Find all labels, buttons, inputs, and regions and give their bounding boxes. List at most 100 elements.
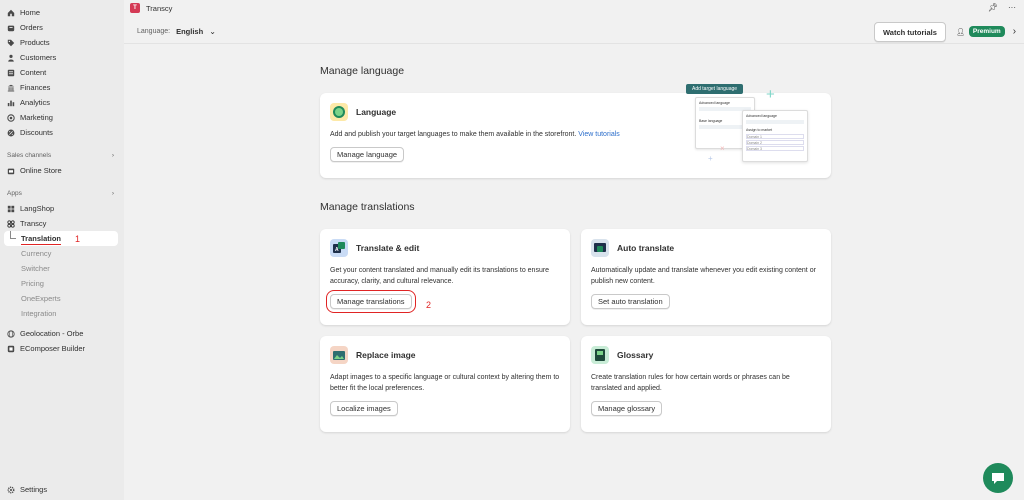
pin-icon[interactable]: 📌︎: [988, 3, 998, 12]
sidebar-item-label: Products: [20, 38, 50, 47]
auto-translate-title: Auto translate: [591, 239, 821, 257]
plus-decoration-icon: +: [766, 86, 775, 103]
orders-icon: [7, 24, 15, 32]
app-title: Transcy: [146, 3, 173, 13]
sidebar-item-label: Integration: [21, 309, 57, 318]
sidebar-item-label: Settings: [20, 485, 48, 494]
localize-images-button[interactable]: Localize images: [330, 401, 398, 416]
card-title-text: Auto translate: [617, 243, 675, 253]
sidebar-item-langshop[interactable]: LangShop: [0, 201, 124, 216]
sidebar-subitem-switcher[interactable]: Switcher: [0, 261, 124, 276]
card-title-text: Replace image: [356, 350, 416, 360]
sidebar-item-finances[interactable]: Finances: [0, 80, 124, 95]
glossary-title: Glossary: [591, 346, 821, 364]
chevron-right-icon: ›: [111, 152, 114, 159]
sidebar-item-label: Orders: [20, 23, 43, 32]
sidebar-subitem-currency[interactable]: Currency: [0, 246, 124, 261]
sidebar-item-label: Discounts: [20, 128, 53, 137]
description-text: Add and publish your target languages to…: [330, 131, 577, 138]
translate-edit-title: A Translate & edit: [330, 239, 560, 257]
transcy-app-icon: [7, 219, 15, 228]
sidebar-item-label: Content: [20, 68, 47, 77]
sidebar-item-label: Translation: [21, 234, 62, 243]
discount-icon: [7, 129, 15, 137]
sidebar-item-label: Pricing: [21, 279, 44, 288]
account-menu[interactable]: 👤︎ Premium ›: [956, 26, 1016, 37]
sidebar-item-customers[interactable]: Customers: [0, 50, 124, 65]
tag-icon: [7, 39, 15, 47]
sidebar-item-label: Transcy: [20, 219, 47, 228]
manage-translations-button[interactable]: Manage translations: [326, 290, 416, 313]
sidebar-item-products[interactable]: Products: [0, 35, 124, 50]
sidebar-item-transcy[interactable]: Transcy: [0, 216, 124, 231]
illustration-domain-row: Domain 1: [746, 134, 804, 139]
sidebar-item-label: OneExperts: [21, 294, 61, 303]
sidebar-subitem-pricing[interactable]: Pricing: [0, 276, 124, 291]
sidebar-item-label: Online Store: [20, 166, 62, 175]
illustration-add-target-label: Add target language: [686, 84, 744, 94]
illustration-domain-row: Domain 2: [746, 140, 804, 145]
translate-edit-description: Get your content translated and manually…: [330, 267, 550, 285]
chat-icon: [992, 473, 1004, 484]
sidebar-item-analytics[interactable]: Analytics: [0, 95, 124, 110]
sidebar-item-settings[interactable]: Settings: [0, 482, 47, 497]
glossary-description: Create translation rules for how certain…: [591, 374, 790, 392]
manage-language-heading: Manage language: [320, 65, 405, 77]
person-icon: [7, 54, 15, 62]
app-grid-icon: [7, 205, 15, 213]
tree-connector: [10, 231, 16, 239]
apps-header[interactable]: Apps ›: [0, 186, 124, 201]
bank-icon: [7, 84, 15, 92]
sidebar-item-label: EComposer Builder: [20, 344, 86, 353]
sidebar-subitem-integration[interactable]: Integration: [0, 306, 124, 321]
set-auto-translation-button[interactable]: Set auto translation: [591, 294, 670, 309]
illustration-panel-right: Advanced language Assign to market Domai…: [742, 110, 808, 162]
card-title-text: Translate & edit: [356, 243, 420, 253]
user-icon: 👤︎: [956, 28, 965, 36]
sidebar-item-label: Geolocation - Orbe: [20, 329, 84, 338]
replace-image-description: Adapt images to a specific language or c…: [330, 374, 560, 392]
sidebar: Home Orders Products Customers Content F…: [0, 0, 124, 500]
annotation-underline: [21, 244, 61, 245]
chat-bubble-icon: [330, 103, 348, 121]
sidebar-item-label: Currency: [21, 249, 52, 258]
sidebar-subitem-oneexperts[interactable]: OneExperts: [0, 291, 124, 306]
auto-translate-icon: [591, 239, 609, 257]
glossary-card: Glossary Create translation rules for ho…: [581, 336, 831, 432]
more-options-icon[interactable]: ···: [1008, 3, 1016, 12]
language-selector[interactable]: English: [176, 27, 203, 36]
manage-glossary-button[interactable]: Manage glossary: [591, 401, 663, 416]
globe-icon: [7, 329, 15, 338]
sidebar-item-orders[interactable]: Orders: [0, 20, 124, 35]
sidebar-item-home[interactable]: Home: [0, 5, 124, 20]
sidebar-item-label: Home: [20, 8, 41, 17]
chat-support-button[interactable]: [983, 463, 1013, 493]
builder-icon: [7, 345, 15, 353]
annotation-number-1: 1: [75, 234, 81, 244]
sidebar-item-marketing[interactable]: Marketing: [0, 110, 124, 125]
sidebar-item-content[interactable]: Content: [0, 65, 124, 80]
sidebar-subitem-translation[interactable]: Translation: [4, 231, 118, 246]
illustration-label: Advanced language: [699, 101, 730, 105]
watch-tutorials-button[interactable]: Watch tutorials: [874, 22, 946, 42]
premium-badge: Premium: [968, 26, 1005, 37]
book-icon: [591, 346, 609, 364]
target-icon: [7, 113, 15, 122]
sidebar-item-label: Customers: [20, 53, 57, 62]
sidebar-item-ecomposer[interactable]: EComposer Builder: [0, 341, 124, 356]
sales-channels-header[interactable]: Sales channels ›: [0, 148, 124, 163]
sidebar-item-geolocation[interactable]: Geolocation - Orbe: [0, 326, 124, 341]
chart-icon: [7, 99, 15, 107]
view-tutorials-link[interactable]: View tutorials: [578, 131, 620, 138]
sidebar-item-discounts[interactable]: Discounts: [0, 125, 124, 140]
chevron-right-icon: ›: [1012, 26, 1017, 37]
illustration-label: Advanced language: [746, 114, 777, 118]
sidebar-item-online-store[interactable]: Online Store: [0, 163, 124, 178]
cross-decoration-icon: ×: [720, 144, 725, 153]
sidebar-item-label: Marketing: [20, 113, 53, 122]
manage-translations-heading: Manage translations: [320, 201, 415, 213]
auto-translate-card: Auto translate Automatically update and …: [581, 229, 831, 325]
manage-language-button[interactable]: Manage language: [330, 147, 405, 162]
home-icon: [7, 9, 15, 17]
chevron-down-icon[interactable]: ⌄: [209, 27, 216, 36]
